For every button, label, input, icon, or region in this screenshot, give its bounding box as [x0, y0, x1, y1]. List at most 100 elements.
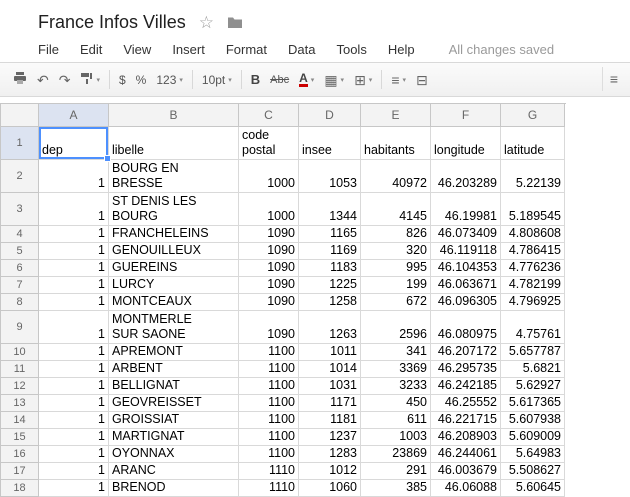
cell-A11[interactable]: 1: [39, 361, 109, 378]
cell-C4[interactable]: 1090: [239, 226, 299, 243]
cell-G13[interactable]: 5.617365: [501, 395, 565, 412]
strikethrough-button[interactable]: Abc: [265, 68, 294, 92]
row-header-9[interactable]: 9: [1, 311, 39, 344]
folder-icon[interactable]: [227, 16, 243, 29]
cell-D1[interactable]: insee: [299, 127, 361, 160]
text-color-button[interactable]: A ▾: [294, 68, 319, 92]
cell-E7[interactable]: 199: [361, 277, 431, 294]
cell-A9[interactable]: 1: [39, 311, 109, 344]
row-header-10[interactable]: 10: [1, 344, 39, 361]
cell-E10[interactable]: 341: [361, 344, 431, 361]
cell-D8[interactable]: 1258: [299, 294, 361, 311]
cell-D2[interactable]: 1053: [299, 160, 361, 193]
cell-D12[interactable]: 1031: [299, 378, 361, 395]
cell-A10[interactable]: 1: [39, 344, 109, 361]
cell-G9[interactable]: 4.75761: [501, 311, 565, 344]
redo-button[interactable]: ↷: [54, 68, 76, 92]
cell-C2[interactable]: 1000: [239, 160, 299, 193]
cell-C11[interactable]: 1100: [239, 361, 299, 378]
cell-F13[interactable]: 46.25552: [431, 395, 501, 412]
cell-E5[interactable]: 320: [361, 243, 431, 260]
cell-F4[interactable]: 46.073409: [431, 226, 501, 243]
cell-E16[interactable]: 23869: [361, 446, 431, 463]
cell-D9[interactable]: 1263: [299, 311, 361, 344]
cell-C3[interactable]: 1000: [239, 193, 299, 226]
cell-F12[interactable]: 46.242185: [431, 378, 501, 395]
column-header-B[interactable]: B: [109, 104, 239, 127]
cell-A6[interactable]: 1: [39, 260, 109, 277]
cell-D17[interactable]: 1012: [299, 463, 361, 480]
cell-B3[interactable]: ST DENIS LES BOURG: [109, 193, 239, 226]
cell-C18[interactable]: 1110: [239, 480, 299, 497]
cell-B8[interactable]: MONTCEAUX: [109, 294, 239, 311]
undo-button[interactable]: ↶: [32, 68, 54, 92]
font-size-selector[interactable]: 10pt ▾: [197, 68, 237, 92]
column-header-E[interactable]: E: [361, 104, 431, 127]
cell-E18[interactable]: 385: [361, 480, 431, 497]
cell-D6[interactable]: 1183: [299, 260, 361, 277]
cell-B5[interactable]: GENOUILLEUX: [109, 243, 239, 260]
cell-F9[interactable]: 46.080975: [431, 311, 501, 344]
cell-E9[interactable]: 2596: [361, 311, 431, 344]
cell-D7[interactable]: 1225: [299, 277, 361, 294]
cell-C12[interactable]: 1100: [239, 378, 299, 395]
row-header-14[interactable]: 14: [1, 412, 39, 429]
menu-format[interactable]: Format: [226, 42, 267, 57]
cell-A16[interactable]: 1: [39, 446, 109, 463]
cell-E11[interactable]: 3369: [361, 361, 431, 378]
cell-F10[interactable]: 46.207172: [431, 344, 501, 361]
cell-E14[interactable]: 611: [361, 412, 431, 429]
cell-D18[interactable]: 1060: [299, 480, 361, 497]
cell-B18[interactable]: BRENOD: [109, 480, 239, 497]
row-header-11[interactable]: 11: [1, 361, 39, 378]
cell-C5[interactable]: 1090: [239, 243, 299, 260]
cell-E3[interactable]: 4145: [361, 193, 431, 226]
cell-G10[interactable]: 5.657787: [501, 344, 565, 361]
row-header-13[interactable]: 13: [1, 395, 39, 412]
cell-B17[interactable]: ARANC: [109, 463, 239, 480]
cell-A5[interactable]: 1: [39, 243, 109, 260]
cell-A13[interactable]: 1: [39, 395, 109, 412]
row-header-12[interactable]: 12: [1, 378, 39, 395]
cell-F2[interactable]: 46.203289: [431, 160, 501, 193]
cell-C10[interactable]: 1100: [239, 344, 299, 361]
cell-E12[interactable]: 3233: [361, 378, 431, 395]
row-header-16[interactable]: 16: [1, 446, 39, 463]
row-header-15[interactable]: 15: [1, 429, 39, 446]
borders-button[interactable]: ⊞ ▾: [349, 68, 377, 92]
cell-C16[interactable]: 1100: [239, 446, 299, 463]
menu-help[interactable]: Help: [388, 42, 415, 57]
cell-B11[interactable]: ARBENT: [109, 361, 239, 378]
cell-F8[interactable]: 46.096305: [431, 294, 501, 311]
cell-G16[interactable]: 5.64983: [501, 446, 565, 463]
cell-F1[interactable]: longitude: [431, 127, 501, 160]
document-title[interactable]: France Infos Villes: [38, 12, 186, 33]
cell-E6[interactable]: 995: [361, 260, 431, 277]
cell-G3[interactable]: 5.189545: [501, 193, 565, 226]
cell-E2[interactable]: 40972: [361, 160, 431, 193]
cell-D3[interactable]: 1344: [299, 193, 361, 226]
cell-F15[interactable]: 46.208903: [431, 429, 501, 446]
column-header-C[interactable]: C: [239, 104, 299, 127]
cell-D5[interactable]: 1169: [299, 243, 361, 260]
cell-A4[interactable]: 1: [39, 226, 109, 243]
cell-C17[interactable]: 1110: [239, 463, 299, 480]
row-header-17[interactable]: 17: [1, 463, 39, 480]
cell-G18[interactable]: 5.60645: [501, 480, 565, 497]
row-header-6[interactable]: 6: [1, 260, 39, 277]
cell-B16[interactable]: OYONNAX: [109, 446, 239, 463]
cell-A8[interactable]: 1: [39, 294, 109, 311]
menu-data[interactable]: Data: [288, 42, 315, 57]
cell-D10[interactable]: 1011: [299, 344, 361, 361]
row-header-1[interactable]: 1: [1, 127, 39, 160]
cell-G15[interactable]: 5.609009: [501, 429, 565, 446]
cell-C7[interactable]: 1090: [239, 277, 299, 294]
column-header-G[interactable]: G: [501, 104, 565, 127]
cell-F14[interactable]: 46.221715: [431, 412, 501, 429]
column-header-A[interactable]: A: [39, 104, 109, 127]
cell-F3[interactable]: 46.19981: [431, 193, 501, 226]
cell-F11[interactable]: 46.295735: [431, 361, 501, 378]
cell-C6[interactable]: 1090: [239, 260, 299, 277]
row-header-3[interactable]: 3: [1, 193, 39, 226]
align-button[interactable]: ≡ ▾: [386, 68, 411, 92]
